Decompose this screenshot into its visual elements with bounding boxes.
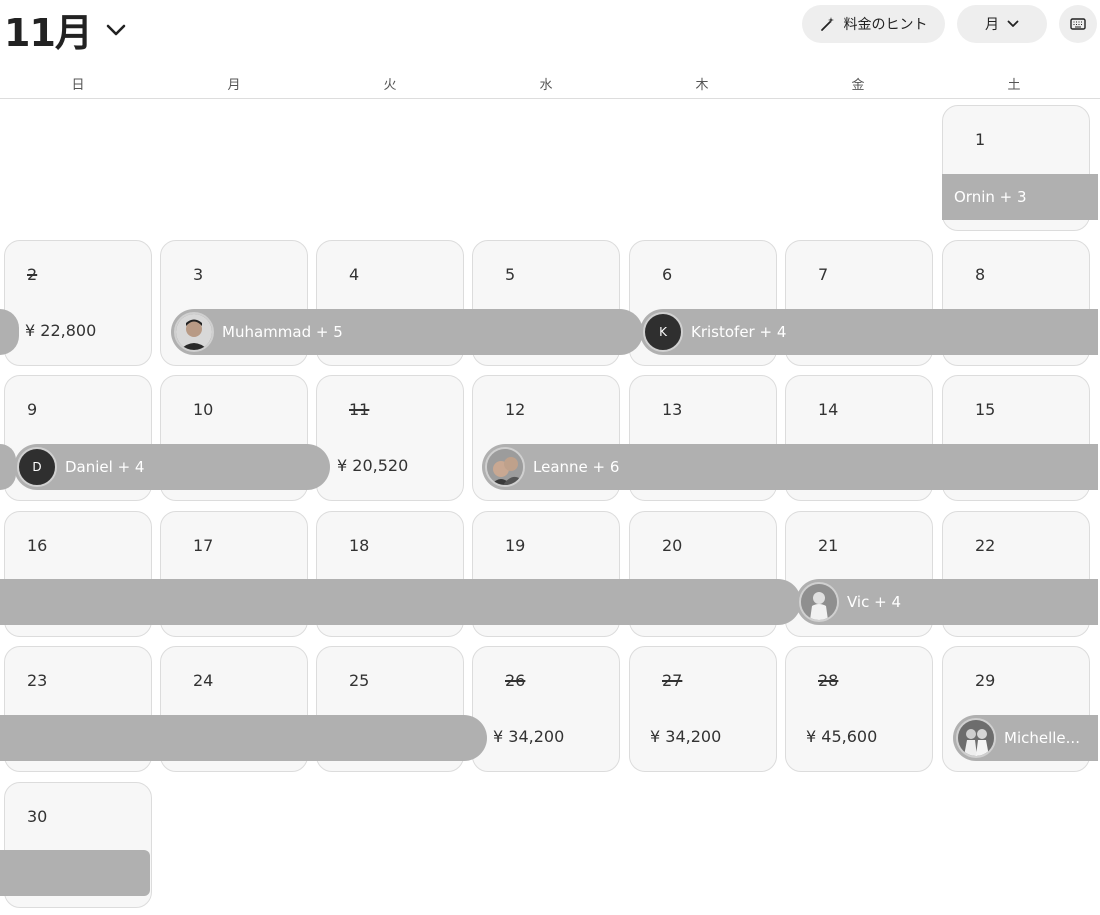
guest-name: Muhammad + 5 — [222, 323, 343, 341]
day-number: 24 — [193, 671, 214, 690]
reservation-bar[interactable]: K Kristofer + 4 — [640, 309, 1098, 355]
day-number: 23 — [27, 671, 48, 690]
reservation-bar[interactable]: Muhammad + 5 — [171, 309, 643, 355]
day-number: 12 — [505, 400, 526, 419]
day-cell[interactable]: 26 ¥ 34,200 — [472, 646, 620, 772]
reservation-bar[interactable]: Ornin + 3 — [942, 174, 1098, 220]
pricing-tips-label: 料金のヒント — [843, 17, 928, 33]
header-divider — [0, 98, 1100, 99]
day-number: 27 — [662, 671, 683, 690]
guest-name: Leanne + 6 — [533, 458, 620, 476]
day-number: 15 — [975, 400, 996, 419]
weekday-mon: 月 — [227, 78, 241, 93]
day-number: 5 — [505, 265, 516, 284]
day-number: 14 — [818, 400, 839, 419]
day-cell[interactable]: 28 ¥ 45,600 — [785, 646, 933, 772]
day-number: 4 — [349, 265, 360, 284]
reservation-bar[interactable]: Vic + 4 — [796, 579, 1098, 625]
nightly-price: ¥ 22,800 — [25, 321, 97, 340]
guest-avatar — [174, 312, 214, 352]
weekday-sat: 土 — [1007, 78, 1021, 93]
nightly-price: ¥ 45,600 — [806, 727, 878, 746]
guest-avatar — [799, 582, 839, 622]
day-number: 11 — [349, 400, 370, 419]
day-number: 7 — [818, 265, 829, 284]
magic-wand-icon — [820, 16, 836, 32]
day-number: 1 — [975, 130, 986, 149]
guest-name: Michelle... — [1004, 729, 1080, 747]
guest-avatar — [485, 447, 525, 487]
day-number: 20 — [662, 536, 683, 555]
nightly-price: ¥ 34,200 — [493, 727, 565, 746]
guest-name: Ornin + 3 — [954, 188, 1027, 206]
guest-avatar: K — [643, 312, 683, 352]
view-select-label: 月 — [985, 17, 999, 33]
day-cell[interactable]: 2 ¥ 22,800 — [4, 240, 152, 366]
reservation-bar[interactable] — [0, 579, 801, 625]
month-title: 11月 — [4, 11, 93, 55]
weekday-thu: 木 — [695, 78, 709, 93]
day-number: 30 — [27, 807, 48, 826]
day-number: 28 — [818, 671, 839, 690]
day-number: 3 — [193, 265, 204, 284]
month-selector[interactable]: 11月 — [4, 2, 126, 57]
day-number: 25 — [349, 671, 370, 690]
day-number: 17 — [193, 536, 214, 555]
day-cell[interactable]: 27 ¥ 34,200 — [629, 646, 777, 772]
pricing-tips-button[interactable]: 料金のヒント — [802, 5, 945, 43]
weekday-fri: 金 — [851, 78, 865, 93]
day-number: 6 — [662, 265, 673, 284]
chevron-down-icon — [106, 23, 126, 42]
weekday-tue: 火 — [383, 78, 397, 93]
reservation-bar[interactable]: Leanne + 6 — [482, 444, 1098, 490]
keyboard-shortcuts-button[interactable] — [1059, 5, 1097, 43]
day-number: 19 — [505, 536, 526, 555]
day-number: 26 — [505, 671, 526, 690]
reservation-bar[interactable]: Michelle... — [953, 715, 1098, 761]
guest-avatar: D — [17, 447, 57, 487]
nightly-price: ¥ 34,200 — [650, 727, 722, 746]
chevron-down-icon — [1007, 20, 1019, 28]
guest-avatar — [956, 718, 996, 758]
guest-name: Daniel + 4 — [65, 458, 145, 476]
day-number: 22 — [975, 536, 996, 555]
day-number: 18 — [349, 536, 370, 555]
reservation-bar[interactable]: D Daniel + 4 — [14, 444, 330, 490]
weekday-wed: 水 — [539, 78, 553, 93]
reservation-bar[interactable] — [0, 850, 150, 896]
day-number: 13 — [662, 400, 683, 419]
reservation-bar[interactable] — [0, 715, 487, 761]
day-number: 16 — [27, 536, 48, 555]
guest-name: Kristofer + 4 — [691, 323, 787, 341]
keyboard-icon — [1070, 18, 1086, 30]
day-cell[interactable]: 11 ¥ 20,520 — [316, 375, 464, 501]
view-select-button[interactable]: 月 — [957, 5, 1047, 43]
day-number: 9 — [27, 400, 38, 419]
day-number: 29 — [975, 671, 996, 690]
day-number: 21 — [818, 536, 839, 555]
weekday-sun: 日 — [71, 78, 85, 93]
day-number: 8 — [975, 265, 986, 284]
nightly-price: ¥ 20,520 — [337, 456, 409, 475]
day-number: 10 — [193, 400, 214, 419]
guest-name: Vic + 4 — [847, 593, 901, 611]
day-number: 2 — [27, 265, 38, 284]
